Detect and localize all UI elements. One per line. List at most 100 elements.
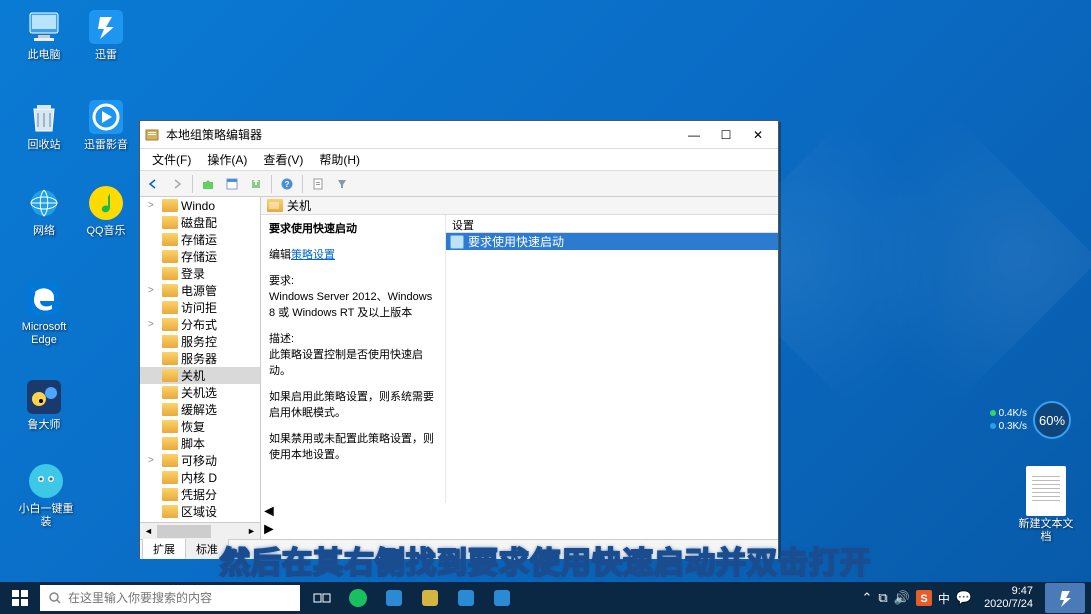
tree-item[interactable]: >可移动 — [140, 452, 260, 469]
tree-hscroll[interactable]: ◄► — [140, 522, 260, 539]
net-speed-widget[interactable]: 0.4K/s 0.3K/s 60% — [990, 401, 1071, 439]
menu-help[interactable]: 帮助(H) — [311, 149, 368, 170]
tree-label: 电源管 — [181, 282, 217, 299]
folder-icon — [267, 199, 283, 212]
download-speed: 0.3K/s — [999, 421, 1027, 432]
tray-s-icon[interactable]: S — [916, 590, 932, 606]
tree-label: 服务器 — [181, 350, 217, 367]
filter-button[interactable] — [307, 173, 329, 195]
tree-item[interactable]: 关机选 — [140, 384, 260, 401]
help-button[interactable]: ? — [276, 173, 298, 195]
desc-label: 描述: — [269, 333, 294, 345]
desc-body: 此策略设置控制是否使用快速启动。 — [269, 349, 423, 377]
tree-pane[interactable]: >Windo磁盘配存储运存储运登录>电源管访问拒>分布式服务控服务器关机关机选缓… — [140, 197, 261, 539]
tray-chevron-icon[interactable]: ⌃ — [861, 590, 872, 606]
desktop-icon-edge[interactable]: Microsoft Edge — [13, 278, 75, 347]
tree-item[interactable]: 脚本 — [140, 435, 260, 452]
forward-button[interactable] — [166, 173, 188, 195]
tree-item[interactable]: 磁盘配 — [140, 214, 260, 231]
edit-policy-link[interactable]: 策略设置 — [291, 249, 335, 261]
tray-volume-icon[interactable]: 🔊 — [894, 590, 910, 606]
policy-item-label: 要求使用快速启动 — [468, 233, 564, 250]
tree-item[interactable]: 存储运 — [140, 248, 260, 265]
icon-label: Microsoft Edge — [13, 321, 75, 347]
tab-extended[interactable]: 扩展 — [142, 538, 186, 559]
system-tray: ⌃ ⧉ 🔊 S 中 💬 9:47 2020/7/24 — [861, 582, 1091, 614]
taskbar-xunlei-widget[interactable] — [1045, 583, 1085, 613]
folder-icon — [162, 284, 178, 297]
close-button[interactable]: ✕ — [742, 125, 774, 145]
taskbar-app-5[interactable] — [484, 582, 520, 614]
detail-hscroll[interactable]: ◄► — [261, 503, 778, 539]
folder-icon — [162, 267, 178, 280]
taskbar-app-3[interactable] — [412, 582, 448, 614]
desktop-icon-textfile[interactable]: 新建文本文档 — [1016, 466, 1076, 544]
titlebar[interactable]: 本地组策略编辑器 — ☐ ✕ — [140, 121, 778, 149]
desc-p1: 如果启用此策略设置，则系统需要启用休眠模式。 — [269, 389, 437, 421]
taskbar-app-4[interactable] — [448, 582, 484, 614]
tree-item[interactable]: 登录 — [140, 265, 260, 282]
column-header[interactable]: 设置 — [446, 215, 778, 233]
tree-label: 恢复 — [181, 418, 205, 435]
folder-icon — [162, 420, 178, 433]
tree-label: 存储运 — [181, 231, 217, 248]
menu-file[interactable]: 文件(F) — [144, 149, 199, 170]
tree-item[interactable]: >Windo — [140, 197, 260, 214]
start-button[interactable] — [0, 582, 40, 614]
folder-icon — [162, 216, 178, 229]
tray-net-icon[interactable]: ⧉ — [878, 590, 887, 606]
search-input[interactable] — [68, 591, 292, 605]
tree-label: 区域设 — [181, 503, 217, 520]
desktop-icon-thispc[interactable]: 此电脑 — [13, 6, 75, 62]
tree-label: 关机 — [181, 367, 205, 384]
tree-item[interactable]: 内核 D — [140, 469, 260, 486]
tab-standard[interactable]: 标准 — [185, 538, 229, 559]
taskview-button[interactable] — [304, 582, 340, 614]
tree-item[interactable]: 缓解选 — [140, 401, 260, 418]
desktop-icon-xlyy[interactable]: 迅雷影音 — [75, 96, 137, 152]
funnel-button[interactable] — [331, 173, 353, 195]
tree-label: 访问拒 — [181, 299, 217, 316]
tabs: 扩展 标准 — [140, 539, 778, 559]
tree-item[interactable]: 服务控 — [140, 333, 260, 350]
menu-action[interactable]: 操作(A) — [199, 149, 255, 170]
window-title: 本地组策略编辑器 — [166, 126, 678, 143]
tree-item[interactable]: 服务器 — [140, 350, 260, 367]
policy-item-fast-startup[interactable]: 要求使用快速启动 — [446, 233, 778, 250]
up-button[interactable] — [197, 173, 219, 195]
desktop-icon-xunlei[interactable]: 迅雷 — [75, 6, 137, 62]
tree-item[interactable]: >电源管 — [140, 282, 260, 299]
gpedit-window: 本地组策略编辑器 — ☐ ✕ 文件(F) 操作(A) 查看(V) 帮助(H) ?… — [139, 120, 779, 556]
app-icon — [144, 127, 160, 143]
tree-item[interactable]: 凭据分 — [140, 486, 260, 503]
taskbar-app-2[interactable] — [376, 582, 412, 614]
tree-item[interactable]: 访问拒 — [140, 299, 260, 316]
desktop-icon-qqmusic[interactable]: QQ音乐 — [75, 182, 137, 238]
tree-item[interactable]: 区域设 — [140, 503, 260, 520]
icon-label: 鲁大师 — [13, 419, 75, 432]
tray-ime[interactable]: 中 — [938, 590, 950, 607]
desktop-icon-recycle[interactable]: 回收站 — [13, 96, 75, 152]
folder-icon — [162, 318, 178, 331]
desktop-icon-ludashi[interactable]: 鲁大师 — [13, 376, 75, 432]
tree-item[interactable]: 恢复 — [140, 418, 260, 435]
desktop-icon-network[interactable]: 网络 — [13, 182, 75, 238]
tray-notif-icon[interactable]: 💬 — [956, 590, 972, 606]
detail-pane: 关机 要求使用快速启动 编辑策略设置 要求: Windows Server 20… — [261, 197, 778, 539]
tree-item[interactable]: 关机 — [140, 367, 260, 384]
maximize-button[interactable]: ☐ — [710, 125, 742, 145]
tree-label: 凭据分 — [181, 486, 217, 503]
tree-item[interactable]: 存储运 — [140, 231, 260, 248]
taskbar-search[interactable] — [40, 585, 300, 611]
desktop-icon-xiaobai[interactable]: 小白一键重装 — [15, 460, 77, 529]
tree-label: 脚本 — [181, 435, 205, 452]
taskbar-clock[interactable]: 9:47 2020/7/24 — [980, 585, 1037, 611]
tree-item[interactable]: >分布式 — [140, 316, 260, 333]
back-button[interactable] — [142, 173, 164, 195]
menu-view[interactable]: 查看(V) — [255, 149, 311, 170]
props-button[interactable] — [221, 173, 243, 195]
export-button[interactable] — [245, 173, 267, 195]
icon-label: 迅雷 — [75, 49, 137, 62]
taskbar-app-1[interactable] — [340, 582, 376, 614]
minimize-button[interactable]: — — [678, 125, 710, 145]
